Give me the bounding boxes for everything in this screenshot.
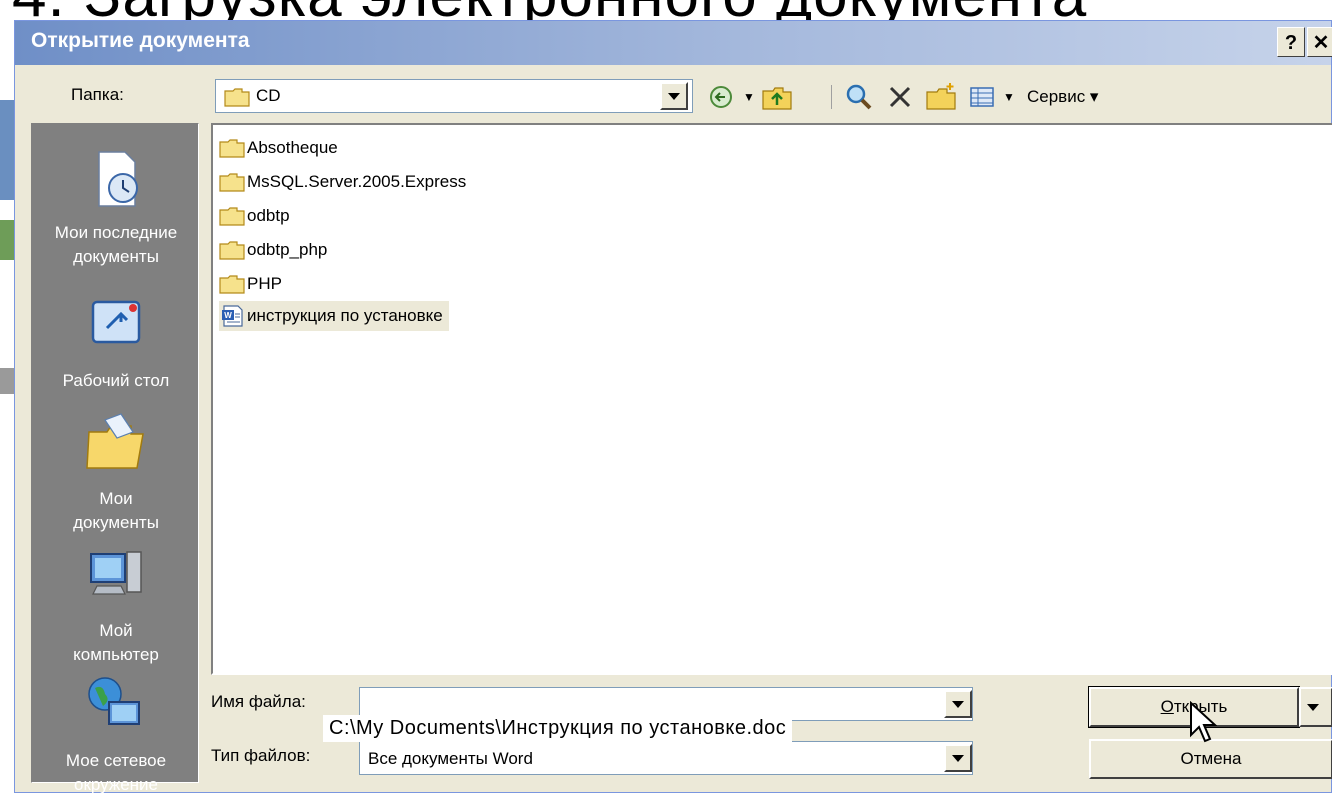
toolbar-separator	[831, 85, 832, 109]
filetype-label: Тип файлов:	[211, 746, 311, 765]
folder-dropdown-button[interactable]	[660, 82, 688, 110]
slide-decoration	[0, 368, 14, 394]
views-icon	[970, 87, 994, 107]
close-button[interactable]: ✕	[1307, 27, 1332, 57]
filetype-value: Все документы Word	[368, 749, 533, 768]
folder-icon	[219, 241, 245, 260]
file-name: odbtp	[247, 206, 290, 225]
folder-icon	[219, 207, 245, 226]
delete-button[interactable]	[885, 81, 915, 113]
views-dropdown-icon[interactable]: ▼	[1003, 90, 1015, 104]
file-name: odbtp_php	[247, 240, 328, 259]
filetype-dropdown-button[interactable]	[944, 744, 972, 772]
folder-icon	[219, 173, 245, 192]
filetype-select[interactable]: Все документы Word	[359, 741, 973, 775]
dialog-toolbar: ▼ ▼ Сервис ▾	[707, 81, 1187, 113]
folder-icon	[219, 139, 245, 158]
place-my-documents[interactable]: Мои документы	[32, 410, 200, 535]
place-label: Мои документы	[73, 489, 159, 532]
views-button[interactable]	[967, 81, 997, 113]
open-dropdown-button[interactable]	[1299, 687, 1332, 727]
dialog-titlebar[interactable]: Открытие документа ? ✕	[15, 21, 1332, 65]
desktop-icon	[91, 300, 141, 344]
file-name: PHP	[247, 274, 282, 293]
path-tooltip: C:\My Documents\Инструкция по установке.…	[323, 715, 793, 742]
folder-icon	[224, 88, 250, 107]
file-list[interactable]: Absotheque MsSQL.Server.2005.Express odb…	[211, 123, 1332, 675]
open-document-dialog: Открытие документа ? ✕ Папка: CD ▼ ▼ Сер…	[14, 20, 1332, 794]
file-name: инструкция по установке	[247, 306, 443, 325]
search-icon	[846, 84, 872, 110]
place-network[interactable]: Мое сетевое окружение	[32, 672, 200, 797]
dialog-title: Открытие документа	[31, 29, 250, 52]
recent-documents-icon	[98, 151, 138, 207]
up-folder-icon	[762, 87, 792, 110]
tools-menu-button[interactable]: Сервис ▾	[1027, 87, 1098, 107]
open-accelerator: О	[1160, 697, 1174, 716]
back-dropdown-icon[interactable]: ▼	[743, 90, 755, 104]
place-my-computer[interactable]: Мой компьютер	[32, 542, 200, 667]
slide-decoration	[0, 100, 14, 200]
filename-dropdown-button[interactable]	[944, 690, 972, 718]
my-documents-icon	[86, 413, 144, 469]
list-item-selected[interactable]: W инструкция по установке	[219, 301, 449, 331]
new-folder-icon	[926, 83, 956, 110]
folder-combo[interactable]: CD	[215, 79, 693, 113]
back-button[interactable]	[707, 81, 737, 113]
slide-decoration	[0, 220, 14, 260]
place-label: Мой компьютер	[73, 621, 159, 664]
help-button[interactable]: ?	[1277, 27, 1305, 57]
place-label: Рабочий стол	[62, 371, 170, 390]
list-item[interactable]: odbtp_php	[219, 235, 327, 265]
search-web-button[interactable]	[843, 81, 875, 113]
up-folder-button[interactable]	[761, 81, 793, 113]
list-item[interactable]: Absotheque	[219, 133, 338, 163]
mouse-cursor-icon	[1190, 701, 1217, 743]
list-item[interactable]: odbtp	[219, 201, 290, 231]
place-desktop[interactable]: Рабочий стол	[32, 292, 200, 393]
word-document-icon: W	[222, 305, 243, 327]
file-name: MsSQL.Server.2005.Express	[247, 172, 467, 191]
my-computer-icon	[90, 551, 142, 595]
file-name: Absotheque	[247, 138, 338, 157]
svg-text:W: W	[224, 311, 232, 320]
delete-icon	[889, 86, 911, 108]
place-label: Мои последние документы	[54, 223, 178, 266]
back-arrow-icon	[710, 86, 732, 108]
folder-icon	[219, 275, 245, 294]
filename-label: Имя файла:	[211, 692, 306, 711]
folder-label: Папка:	[71, 85, 124, 104]
place-label: Мое сетевое окружение	[65, 751, 167, 794]
places-bar: Мои последние документы Рабочий стол Мои…	[31, 123, 200, 794]
new-folder-button[interactable]	[925, 81, 957, 113]
place-recent-documents[interactable]: Мои последние документы	[32, 144, 200, 269]
list-item[interactable]: MsSQL.Server.2005.Express	[219, 167, 466, 197]
list-item[interactable]: PHP	[219, 269, 282, 299]
network-places-icon	[88, 677, 140, 725]
folder-value: CD	[256, 86, 281, 105]
